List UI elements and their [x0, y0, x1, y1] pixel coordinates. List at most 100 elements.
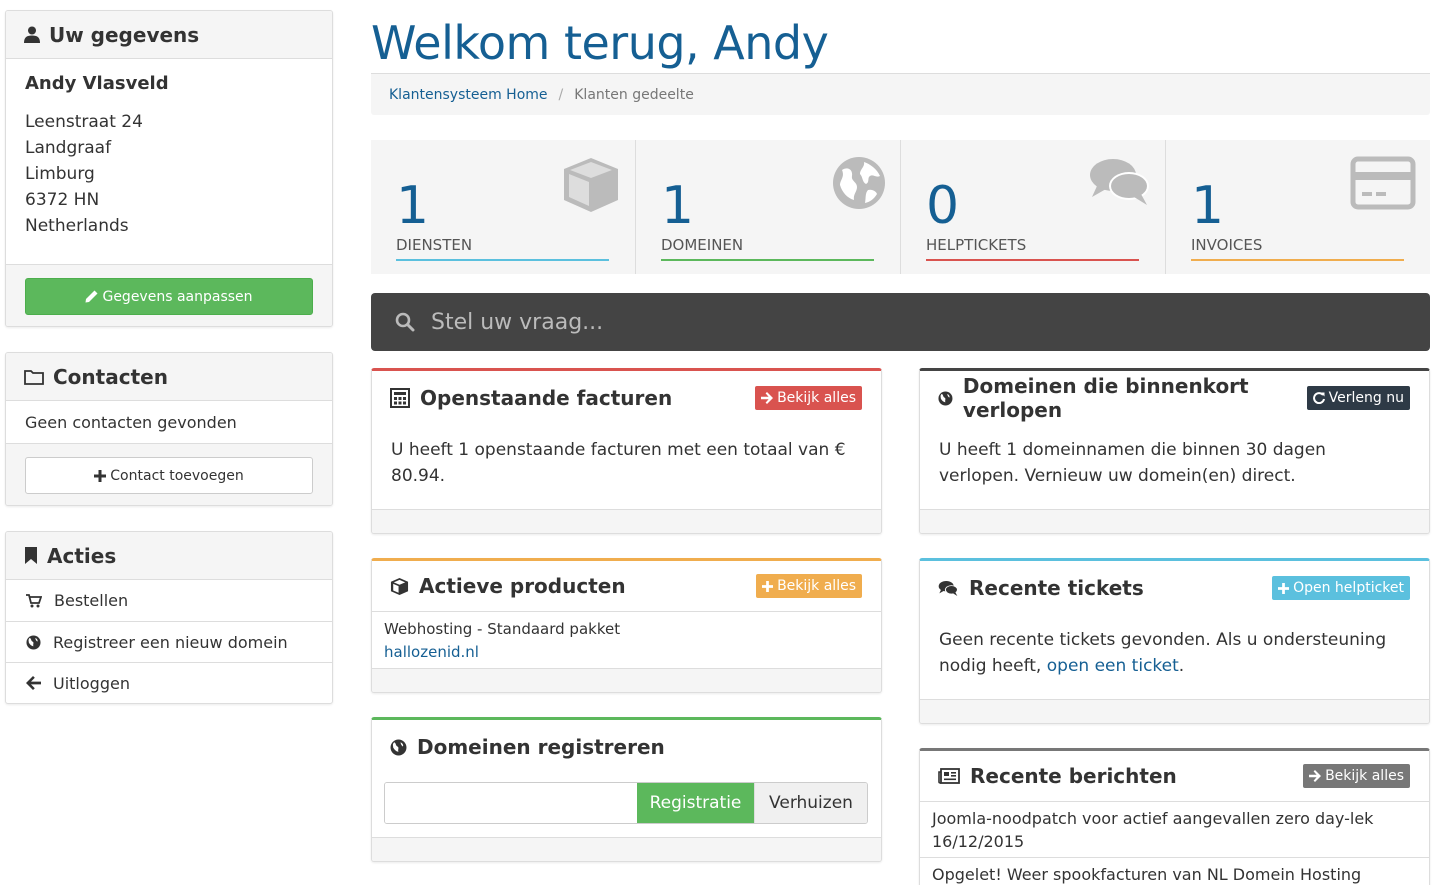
arrow-right-icon — [1309, 770, 1322, 782]
calculator-icon — [390, 388, 410, 408]
cart-icon — [26, 593, 42, 607]
action-logout-label: Uitloggen — [53, 673, 130, 693]
recent-tickets-suffix: . — [1178, 656, 1185, 676]
plus-icon — [94, 469, 107, 482]
tile-domains-label: DOMEINEN — [661, 236, 744, 254]
view-all-products-label: Bekijk alles — [777, 578, 856, 594]
action-register-domain[interactable]: Registreer een nieuw domein — [6, 621, 332, 662]
action-logout[interactable]: Uitloggen — [6, 662, 332, 703]
tile-invoices-bar — [1191, 259, 1404, 261]
unpaid-invoices-footer — [372, 509, 881, 533]
page-title: Welkom terug, Andy — [371, 16, 829, 70]
domain-input[interactable] — [385, 783, 637, 823]
edit-details-label: Gegevens aanpassen — [102, 288, 253, 305]
register-domain-title: Domeinen registreren — [417, 735, 665, 759]
expiring-domains-footer — [920, 509, 1429, 533]
renew-now-label: Verleng nu — [1328, 390, 1404, 406]
register-button[interactable]: Registratie — [637, 783, 754, 823]
contacts-panel-footer: Contact toevoegen — [6, 443, 332, 505]
tile-domains[interactable]: 1 DOMEINEN — [636, 140, 901, 274]
active-products-footer — [372, 668, 881, 692]
recent-tickets-footer — [920, 699, 1429, 723]
register-domain-footer — [372, 837, 881, 861]
search-icon — [395, 312, 415, 332]
product-item[interactable]: Webhosting - Standaard pakket hallozenid… — [372, 612, 881, 664]
account-panel-title: Uw gegevens — [49, 22, 200, 47]
expiring-domains-text: U heeft 1 domeinnamen die binnen 30 dage… — [939, 440, 1326, 486]
open-a-ticket-link[interactable]: open een ticket — [1047, 656, 1179, 676]
globe-icon — [26, 634, 41, 650]
address-line-3: Limburg — [25, 164, 95, 184]
user-icon — [24, 26, 40, 43]
globe-icon — [390, 739, 407, 755]
recent-tickets-card: Recente tickets Open helpticket Geen rec… — [919, 558, 1430, 724]
actions-panel-header: Acties — [6, 532, 332, 580]
tile-tickets-bar — [926, 259, 1139, 261]
register-domain-header: Domeinen registreren — [372, 720, 881, 774]
view-all-news-button[interactable]: Bekijk alles — [1303, 764, 1410, 788]
tile-services[interactable]: 1 DIENSTEN — [371, 140, 636, 274]
action-order-label: Bestellen — [54, 591, 129, 610]
expiring-domains-title: Domeinen die binnenkort verlopen — [962, 374, 1249, 422]
tile-invoices[interactable]: 1 INVOICES — [1166, 140, 1430, 274]
globe-icon — [833, 157, 885, 209]
arrow-left-icon — [26, 676, 41, 690]
credit-card-icon — [1350, 156, 1416, 210]
tile-tickets-label: HELPTICKETS — [926, 236, 1027, 254]
expiring-domains-card: Domeinen die binnenkort verlopen Verleng… — [919, 368, 1430, 534]
unpaid-invoices-text: U heeft 1 openstaande facturen met een t… — [391, 440, 846, 486]
open-ticket-label: Open helpticket — [1293, 580, 1404, 596]
plus-icon — [1278, 582, 1290, 594]
tile-domains-bar — [661, 259, 874, 261]
tile-services-bar — [396, 259, 609, 261]
open-ticket-button[interactable]: Open helpticket — [1272, 576, 1410, 600]
cube-icon — [564, 158, 618, 212]
unpaid-invoices-title: Openstaande facturen — [420, 386, 673, 410]
actions-panel-title: Acties — [47, 543, 117, 568]
pencil-icon — [85, 290, 98, 303]
unpaid-invoices-header: Openstaande facturen Bekijk alles — [372, 371, 881, 425]
expiring-domains-header: Domeinen die binnenkort verlopen Verleng… — [920, 371, 1429, 425]
address-line-1: Leenstraat 24 — [25, 112, 143, 132]
actions-panel: Acties Bestellen Registreer een nieuw do… — [5, 531, 333, 704]
account-panel: Uw gegevens Andy Vlasveld Leenstraat 24 … — [5, 10, 333, 327]
address-line-4: 6372 HN — [25, 190, 100, 210]
tile-tickets[interactable]: 0 HELPTICKETS — [901, 140, 1166, 274]
product-domain-link[interactable]: hallozenid.nl — [384, 643, 479, 661]
news-item[interactable]: Joomla-noodpatch voor actief aangevallen… — [920, 802, 1429, 858]
active-products-card: Actieve producten Bekijk alles Webhostin… — [371, 558, 882, 693]
action-order[interactable]: Bestellen — [6, 580, 332, 621]
address-line-2: Landgraaf — [25, 138, 112, 158]
transfer-button[interactable]: Verhuizen — [754, 783, 867, 823]
plus-icon — [762, 580, 774, 592]
newspaper-icon — [938, 768, 960, 784]
recent-news-card: Recente berichten Bekijk alles Joomla-no… — [919, 748, 1430, 885]
contacts-panel: Contacten Geen contacten gevonden Contac… — [5, 352, 333, 506]
address-line-5: Netherlands — [25, 216, 129, 236]
refresh-icon — [1312, 392, 1325, 404]
knowledgebase-search[interactable]: Stel uw vraag... — [371, 293, 1430, 351]
news-item[interactable]: Opgelet! Weer spookfacturen van NL Domei… — [920, 858, 1429, 885]
view-all-invoices-label: Bekijk alles — [777, 390, 856, 406]
breadcrumb-current: Klanten gedeelte — [574, 86, 694, 103]
view-all-products-button[interactable]: Bekijk alles — [756, 574, 862, 598]
recent-tickets-header: Recente tickets Open helpticket — [920, 561, 1429, 615]
recent-news-title: Recente berichten — [970, 764, 1177, 788]
search-placeholder: Stel uw vraag... — [431, 309, 604, 335]
edit-details-button[interactable]: Gegevens aanpassen — [25, 278, 313, 315]
account-panel-footer: Gegevens aanpassen — [6, 264, 332, 326]
active-products-title: Actieve producten — [419, 574, 626, 598]
cube-icon — [390, 577, 409, 595]
folder-icon — [24, 369, 44, 385]
view-all-invoices-button[interactable]: Bekijk alles — [755, 386, 862, 410]
add-contact-button[interactable]: Contact toevoegen — [25, 457, 313, 494]
globe-icon — [938, 391, 953, 405]
account-name: Andy Vlasveld — [25, 73, 169, 94]
view-all-news-label: Bekijk alles — [1325, 768, 1404, 784]
recent-news-header: Recente berichten Bekijk alles — [920, 751, 1429, 802]
renew-now-button[interactable]: Verleng nu — [1306, 386, 1410, 410]
breadcrumb-home-link[interactable]: Klantensysteem Home — [389, 87, 548, 103]
add-contact-label: Contact toevoegen — [110, 467, 244, 484]
account-details: Andy Vlasveld Leenstraat 24 Landgraaf Li… — [6, 59, 332, 264]
contacts-panel-title: Contacten — [53, 364, 168, 389]
